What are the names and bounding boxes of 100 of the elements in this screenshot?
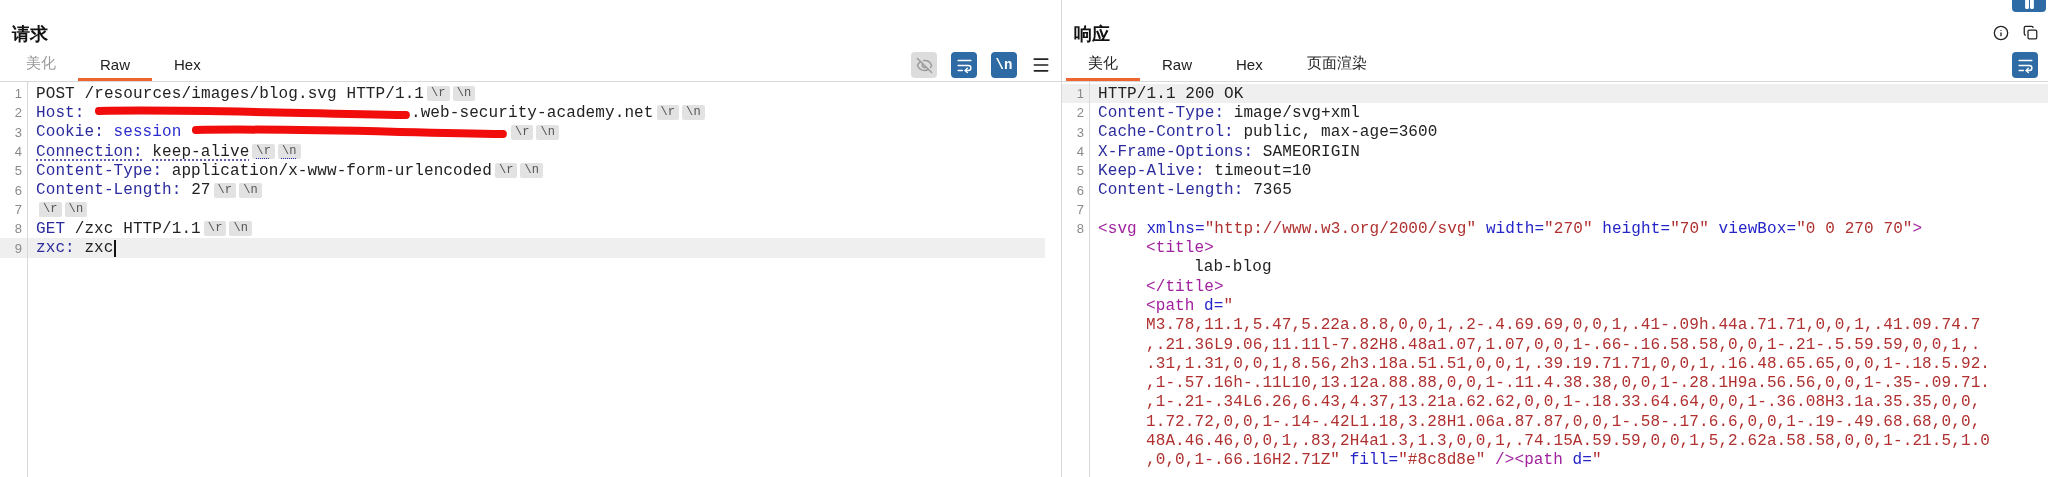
menu-button[interactable] [1031, 55, 1051, 75]
line-number: 5 [13, 163, 22, 179]
header-name: GET [36, 219, 66, 238]
attribute-value: "70" [1670, 219, 1709, 238]
attribute-name: d= [1204, 296, 1224, 315]
wrap-lines-button[interactable] [2012, 52, 2038, 78]
markup-tag: <title> [1146, 239, 1214, 257]
attribute-value: ,1-.57.16h-.11L10,13.12a.88.88,0,0,1-.11.4.38.38,0,0,1-.28.1H9a.56.56,0,0,1-.35-.09.71. [1146, 374, 1991, 393]
attribute-value: " [1223, 296, 1234, 315]
attribute-name: xmlns= [1146, 219, 1205, 238]
code-text: 7365 [1253, 181, 1292, 200]
line-ending-marker: \n [64, 201, 88, 217]
attribute-value: M3.78,11.1,5.47,5.22a.8.8,0,0,1,.2-.4.69.69,0,0,1,.41-.09h.44a.71.71,0,0,1,.41.09.74.7 [1146, 316, 1981, 335]
line-ending-marker: \r [427, 86, 450, 102]
header-name: zxc: [36, 239, 75, 257]
line-number: 8 [13, 221, 22, 237]
attribute-value: ,.21.36L9.06,11.11l-7.82H8.48a1.07,1.07,0,0,1-.66-.16.58.58,0,0,1-.21-.5.59.59,0,0,1,. [1146, 335, 1981, 354]
code-text: HTTP/1.1 200 OK [1098, 84, 1244, 103]
line-ending-marker: \n [239, 182, 262, 198]
code-text: application/x-www-form-urlencoded [171, 161, 492, 180]
line-number: 7 [13, 201, 22, 217]
line-number: 8 [1075, 221, 1084, 237]
line-ending-marker: \r [39, 201, 62, 217]
markup-tag: <svg [1098, 219, 1137, 238]
text-cursor [113, 239, 116, 257]
tab[interactable]: Hex [152, 56, 223, 81]
header-name: Cookie: [36, 123, 104, 142]
attribute-value: 48A.46.46,0,0,1,.83,2H4a1.3,1.3,0,0,1,.74.15A.59.59,0,0,1,5,2.62a.58.58,0,0,1-.21.5,1.0 [1146, 432, 1991, 450]
line-number: 2 [13, 105, 22, 121]
attribute-value: "0 0 270 70" [1796, 219, 1913, 238]
line-ending-marker: \n [536, 124, 560, 140]
tab[interactable]: 美化 [1066, 54, 1140, 81]
attribute-value: "270" [1544, 219, 1593, 238]
code-text: timeout=10 [1214, 161, 1312, 180]
pane-title: 请求 [12, 23, 49, 46]
line-number: 3 [1075, 124, 1084, 140]
code-text: SAMEORIGIN [1262, 142, 1360, 161]
line-number: 5 [1075, 163, 1084, 179]
line-ending-marker: \n [277, 144, 301, 160]
line-ending-marker: \n [452, 86, 476, 102]
line-ending-marker: \n [229, 221, 253, 237]
code-text: 27 [191, 181, 211, 200]
attribute-value: ,1-.21-.34L6.26,6.43,4.37,13.21a.62.62,0,0,1-.18.33.64.64,0,0,1-.36.08H3.1a.35.35,0,0, [1146, 393, 1981, 412]
header-name: Keep-Alive: [1098, 161, 1205, 180]
code-text: keep-alive [152, 142, 250, 161]
header-name: X-Frame-Options: [1098, 142, 1254, 161]
tab[interactable]: Raw [78, 56, 152, 81]
pane-title: 响应 [1074, 23, 1111, 46]
line-ending-marker: \r [510, 124, 534, 140]
line-number: 1 [13, 86, 22, 102]
attribute-value: 1.72.72,0,0,1-.14-.42L1.18,3.28H1.06a.87.87,0,0,1-.58-.17.6.6,0,0,1-.19-.49.68.68,0,0, [1146, 412, 1981, 431]
tab[interactable]: 页面渲染 [1284, 54, 1389, 81]
code-text: image/svg+xml [1233, 103, 1360, 122]
attribute-value: ,0,0,1-.66.16H2.71Z" [1146, 451, 1341, 470]
markup-tag: > [1912, 219, 1923, 238]
attribute-name: d= [1572, 451, 1592, 470]
attribute-name: viewBox= [1718, 219, 1797, 238]
code-text: /zxc HTTP/1.1 [74, 219, 201, 238]
line-ending-marker: \r [494, 163, 518, 179]
line-number: 4 [1075, 144, 1084, 160]
line-number: 4 [13, 144, 22, 160]
line-ending-marker: \n [682, 105, 705, 121]
header-name: Host: [36, 103, 85, 122]
code-text: .web-security-academy.net [410, 103, 654, 122]
info-button[interactable] [1993, 24, 2009, 41]
line-ending-marker: \n [520, 163, 544, 179]
attribute-name: fill= [1349, 451, 1399, 470]
attribute-value: " [1592, 451, 1602, 470]
line-number: 3 [13, 124, 22, 140]
line-number: 6 [1075, 182, 1084, 198]
tab[interactable]: Raw [1140, 56, 1214, 81]
header-name: Content-Length: [1098, 181, 1244, 200]
eye-off-icon [915, 56, 933, 74]
code-text: POST /resources/images/blog.svg HTTP/1.1 [36, 84, 425, 103]
line-number: 6 [13, 182, 22, 198]
attribute-value: "http://www.w3.org/2000/svg" [1204, 219, 1477, 238]
header-name: Content-Length: [36, 181, 182, 200]
pause-icon [2022, 0, 2036, 10]
markup-tag: </title> [1146, 277, 1224, 296]
cookie-name: session [113, 123, 182, 142]
line-number: 1 [1075, 86, 1084, 102]
line-ending-marker: \r [213, 182, 237, 198]
wrap-lines-button[interactable] [951, 52, 977, 78]
line-number: 7 [1075, 201, 1084, 217]
code-text: lab-blog [1194, 258, 1272, 277]
header-name: Content-Type: [1098, 103, 1225, 122]
tab[interactable]: Hex [1214, 56, 1285, 81]
line-ending-marker: \r [203, 221, 227, 237]
code-text: public, max-age=3600 [1243, 123, 1438, 142]
header-name: Cache-Control: [1098, 123, 1234, 142]
attribute-name: width= [1485, 219, 1545, 238]
attribute-name: height= [1602, 219, 1671, 238]
line-number: 9 [13, 240, 22, 256]
overlapping-squares-button[interactable] [2023, 25, 2038, 40]
header-name: Content-Type: [36, 161, 163, 180]
attribute-value: "#8c8d8e" [1398, 451, 1486, 470]
header-name: Connection: [36, 142, 143, 161]
line-ending-marker: \r [252, 144, 275, 160]
newline-toggle-button[interactable]: \n [991, 52, 1017, 78]
markup-tag: <path [1146, 296, 1195, 315]
